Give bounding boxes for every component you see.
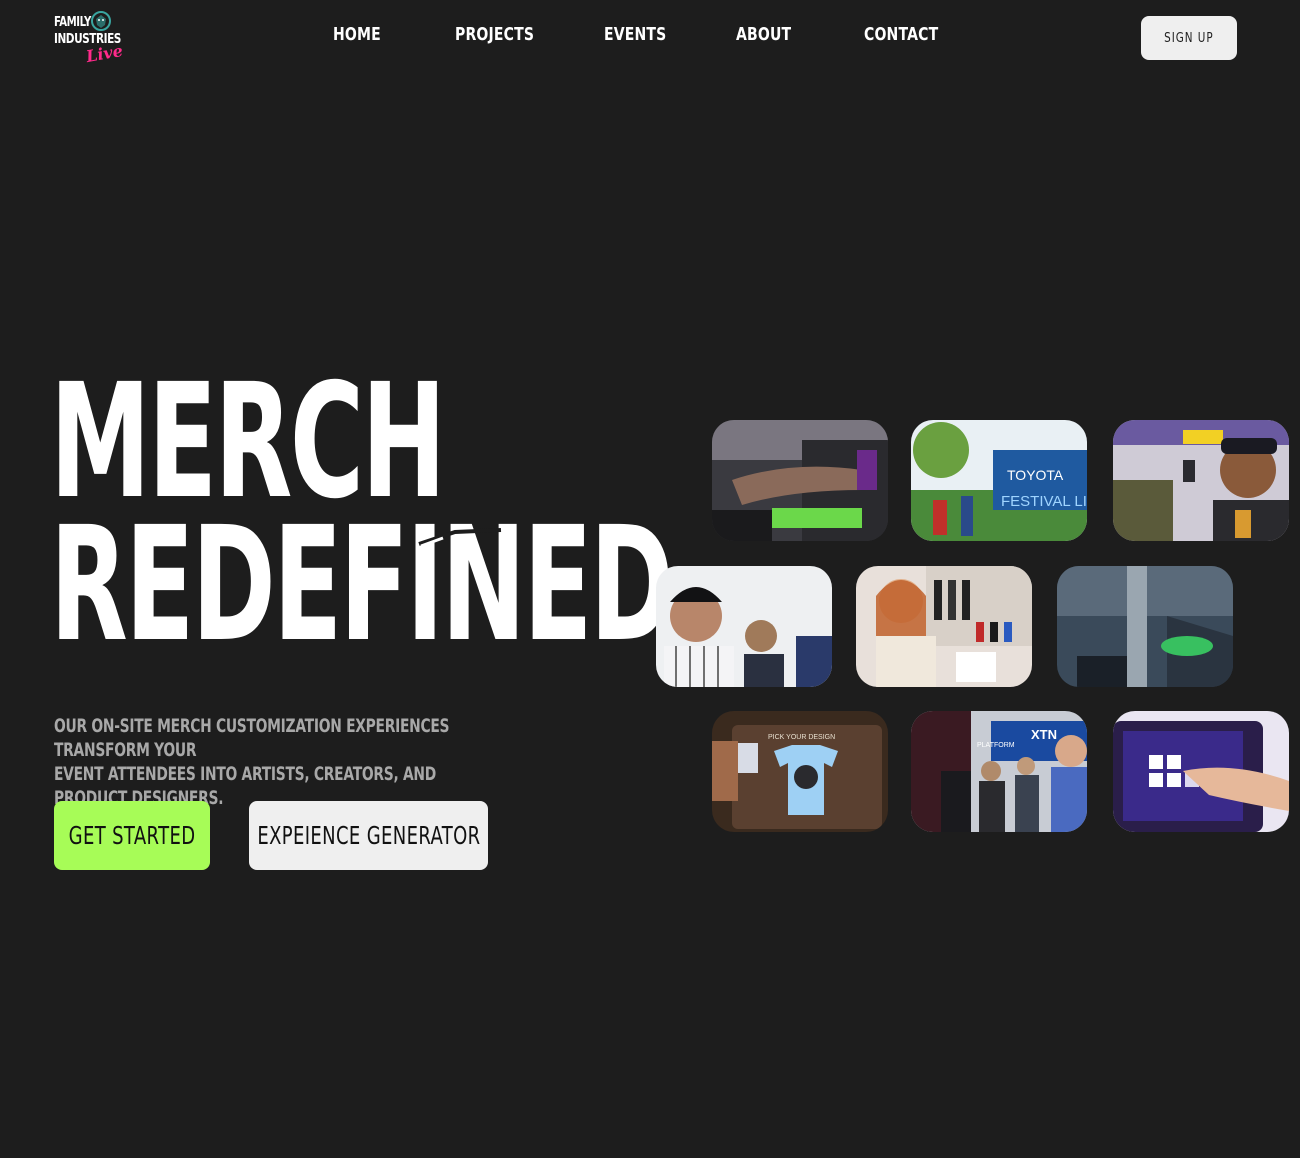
nav-about[interactable]: ABOUT	[736, 24, 791, 45]
tile-image: XTN PLATFORM	[911, 711, 1087, 832]
hero-headline: MERCH REDEFINED	[50, 350, 674, 677]
page: FAMILY INDUSTRIES Live HOME PROJECTS EVE…	[0, 0, 1300, 1158]
toyota-sign: TOYOTA	[1007, 467, 1064, 483]
swoosh-decoration	[418, 528, 502, 548]
hero-subtitle: OUR ON-SITE MERCH CUSTOMIZATION EXPERIEN…	[54, 714, 507, 810]
get-started-button[interactable]: GET STARTED	[54, 801, 210, 870]
headline-line-1: MERCH	[50, 350, 446, 534]
xtn-sign: XTN	[1031, 727, 1057, 742]
video-tile-touchscreen[interactable]	[1113, 711, 1289, 832]
festival-sign: FESTIVAL LINE	[1001, 493, 1087, 510]
get-started-label: GET STARTED	[68, 821, 196, 850]
tile-image: TOYOTA FESTIVAL LINE	[911, 420, 1087, 541]
kiosk-screen-title: PICK YOUR DESIGN	[768, 734, 835, 741]
tile-image	[656, 566, 832, 687]
tile-image	[712, 420, 888, 541]
sign-up-label: SIGN UP	[1164, 30, 1214, 46]
experience-generator-label: EXPEIENCE GENERATOR	[256, 821, 481, 850]
video-tile-bucket-hat[interactable]	[656, 566, 832, 687]
video-tile-design-kiosk[interactable]: PICK YOUR DESIGN	[712, 711, 888, 832]
platform-banner: PLATFORM	[977, 742, 1015, 749]
experience-generator-button[interactable]: EXPEIENCE GENERATOR	[249, 801, 488, 870]
subtitle-line-1: OUR ON-SITE MERCH CUSTOMIZATION EXPERIEN…	[54, 715, 450, 761]
video-tile-smiling-attendee[interactable]	[1113, 420, 1289, 541]
video-tile-heat-press[interactable]	[1057, 566, 1233, 687]
nav-contact[interactable]: CONTACT	[864, 24, 938, 45]
tile-image: PICK YOUR DESIGN	[712, 711, 888, 832]
tile-image	[1057, 566, 1233, 687]
tile-image	[856, 566, 1032, 687]
video-tile-merch-wall[interactable]	[856, 566, 1032, 687]
sign-up-button[interactable]: SIGN UP	[1141, 16, 1237, 60]
tile-image	[1113, 711, 1289, 832]
headline-line-2: REDEFINED	[50, 493, 674, 677]
nav-events[interactable]: EVENTS	[604, 24, 666, 45]
nav-home[interactable]: HOME	[333, 24, 381, 45]
nav-projects[interactable]: PROJECTS	[455, 24, 534, 45]
video-tile-festival-booth[interactable]: TOYOTA FESTIVAL LINE	[911, 420, 1087, 541]
main-nav: HOME PROJECTS EVENTS ABOUT CONTACT	[0, 24, 1300, 52]
tile-image	[1113, 420, 1289, 541]
video-tile-tattooed-arms[interactable]	[712, 420, 888, 541]
video-tile-expo-crowd[interactable]: XTN PLATFORM	[911, 711, 1087, 832]
